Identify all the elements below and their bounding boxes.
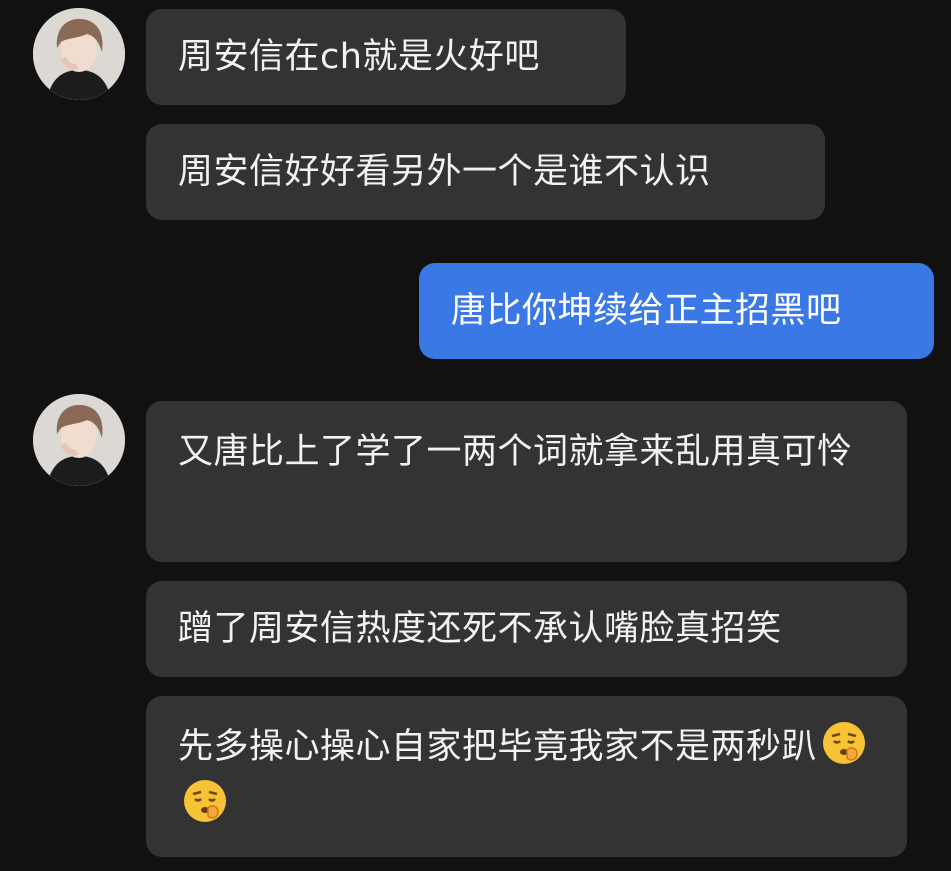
message-bubble-incoming[interactable]: 周安信在ch就是火好吧 xyxy=(146,9,626,105)
pouting-shush-face-icon xyxy=(182,778,228,824)
pouting-shush-face-icon xyxy=(821,720,867,766)
message-text: 又唐比上了学了一两个词就拿来乱用真可怜 xyxy=(178,432,853,472)
message-bubble-incoming[interactable]: 又唐比上了学了一两个词就拿来乱用真可怜 xyxy=(146,401,907,562)
person-avatar-icon xyxy=(33,394,125,486)
message-bubble-outgoing[interactable]: 唐比你坤续给正主招黑吧 xyxy=(419,263,934,359)
contact-avatar[interactable] xyxy=(33,8,125,100)
message-bubble-incoming[interactable]: 周安信好好看另外一个是谁不认识 xyxy=(146,124,825,220)
person-avatar-icon xyxy=(33,8,125,100)
message-text: 先多操心操心自家把毕竟我家不是两秒趴 xyxy=(178,718,875,834)
chat-thread: 周安信在ch就是火好吧 周安信好好看另外一个是谁不认识 唐比你坤续给正主招黑吧 … xyxy=(0,0,951,871)
contact-avatar[interactable] xyxy=(33,394,125,486)
message-text: 周安信好好看另外一个是谁不认识 xyxy=(178,152,711,192)
message-text: 蹭了周安信热度还死不承认嘴脸真招笑 xyxy=(178,609,782,649)
message-text: 唐比你坤续给正主招黑吧 xyxy=(451,291,842,331)
message-text-content: 先多操心操心自家把毕竟我家不是两秒趴 xyxy=(178,727,818,767)
message-bubble-incoming[interactable]: 蹭了周安信热度还死不承认嘴脸真招笑 xyxy=(146,581,907,677)
message-bubble-incoming[interactable]: 先多操心操心自家把毕竟我家不是两秒趴 xyxy=(146,696,907,857)
message-text: 周安信在ch就是火好吧 xyxy=(178,37,540,77)
